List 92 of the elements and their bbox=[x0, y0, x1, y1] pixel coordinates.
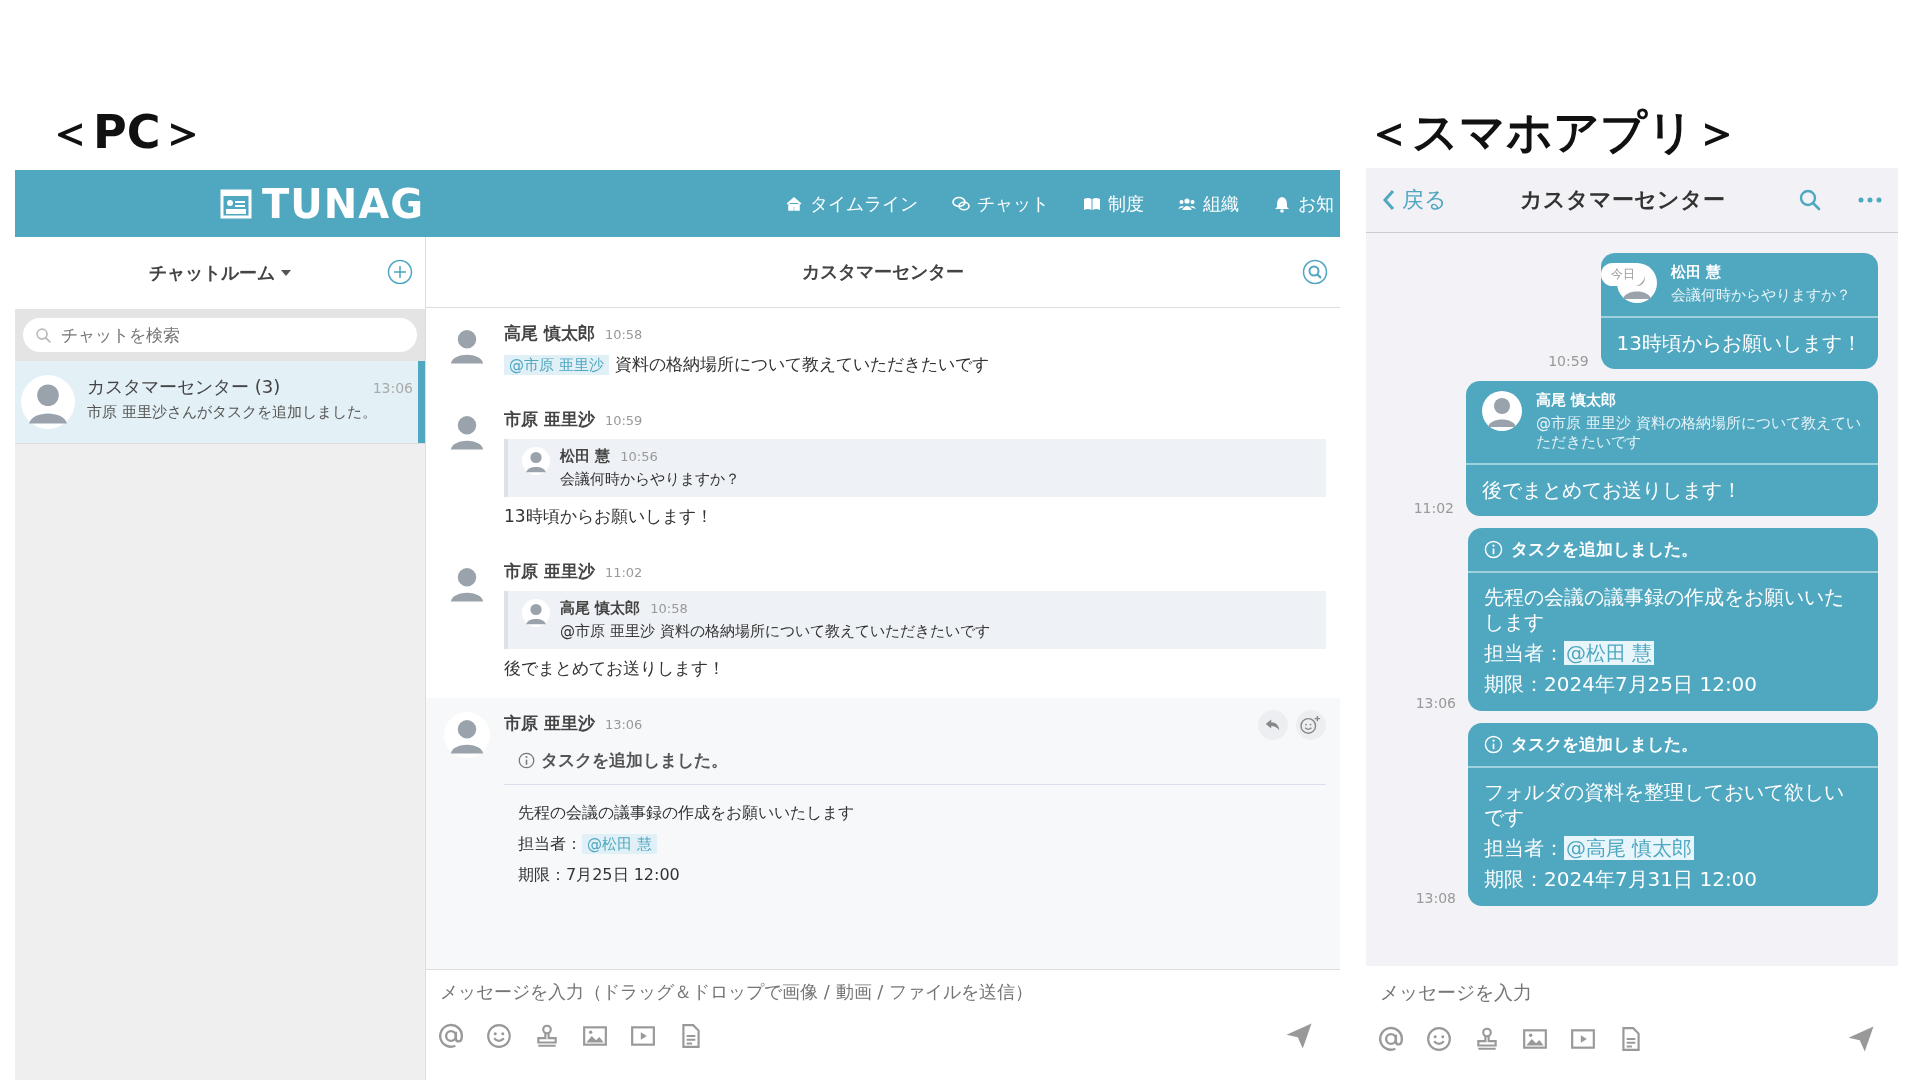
reply-button[interactable] bbox=[1258, 710, 1288, 740]
message-text: 13時頃からお願いします！ bbox=[504, 505, 714, 528]
date-badge: 今日 bbox=[1600, 263, 1645, 286]
timestamp: 10:59 bbox=[1548, 352, 1589, 369]
search-icon[interactable] bbox=[1798, 188, 1822, 212]
house-icon bbox=[785, 194, 803, 213]
avatar bbox=[522, 599, 550, 627]
timestamp: 11:02 bbox=[604, 565, 643, 580]
author-name: 松田 慧 bbox=[560, 447, 611, 466]
timestamp: 13:06 bbox=[372, 380, 413, 396]
smiley-icon[interactable] bbox=[1426, 1026, 1452, 1052]
nav-link[interactable]: 制度 bbox=[1083, 191, 1144, 216]
avatar bbox=[21, 375, 75, 429]
room-dropdown[interactable]: チャットルーム bbox=[143, 260, 297, 286]
room-name: カスタマーセンター (3) bbox=[87, 375, 281, 399]
task-notice: タスクを追加しました。 bbox=[541, 749, 728, 772]
message-text: 13時頃からお願いします！ bbox=[1615, 329, 1863, 357]
search-icon[interactable] bbox=[1302, 259, 1328, 285]
assignee-line: 担当者：@松田 慧 bbox=[1484, 640, 1656, 666]
caret-icon bbox=[281, 270, 291, 276]
info-icon bbox=[1484, 734, 1503, 754]
assignee-line: 担当者： @松田 慧 bbox=[518, 834, 1312, 855]
video-icon[interactable] bbox=[1570, 1026, 1596, 1052]
speech-bubbles-icon bbox=[952, 194, 970, 213]
smiley-icon[interactable] bbox=[486, 1023, 512, 1049]
timestamp: 13:06 bbox=[1415, 694, 1456, 711]
message-text: 後でまとめてお送りします！ bbox=[504, 657, 726, 680]
task-description: フォルダの資料を整理しておいて欲しいです bbox=[1484, 779, 1845, 830]
more-icon[interactable] bbox=[1858, 197, 1882, 203]
nav-link[interactable]: 組織 bbox=[1178, 191, 1239, 216]
due-date: 期限：2024年7月25日 12:00 bbox=[1484, 671, 1759, 697]
send-icon[interactable] bbox=[1284, 1021, 1314, 1051]
timestamp: 10:58 bbox=[650, 601, 688, 616]
timestamp: 10:59 bbox=[604, 413, 643, 428]
chat-title: カスタマーセンター bbox=[802, 260, 964, 284]
image-icon[interactable] bbox=[1522, 1026, 1548, 1052]
back-button[interactable]: 戻る bbox=[1382, 185, 1447, 215]
chevron-left-icon bbox=[1382, 189, 1396, 211]
chat-title: カスタマーセンター bbox=[1519, 186, 1726, 214]
logo-icon bbox=[220, 188, 252, 219]
author-name: 高尾 慎太郎 bbox=[560, 599, 641, 618]
add-reaction-button[interactable] bbox=[1296, 710, 1326, 740]
author-name: 高尾 慎太郎 bbox=[504, 322, 595, 345]
logo-text: TUNAG bbox=[262, 180, 425, 227]
quoted-text: @市原 亜里沙 資料の格納場所について教えていただきたいです bbox=[1536, 413, 1862, 453]
nav-link[interactable]: お知 bbox=[1273, 191, 1334, 216]
due-date: 期限：2024年7月31日 12:00 bbox=[1484, 866, 1759, 892]
timestamp: 13:08 bbox=[1415, 889, 1456, 906]
due-date: 期限：7月25日 12:00 bbox=[518, 865, 681, 886]
avatar bbox=[1482, 390, 1522, 431]
at-sign-icon[interactable] bbox=[438, 1023, 464, 1049]
message-preview: 市原 亜里沙さんがタスクを追加しました。 bbox=[87, 403, 378, 422]
assignee-line: 担当者：@高尾 慎太郎 bbox=[1484, 835, 1696, 861]
send-icon[interactable] bbox=[1846, 1024, 1876, 1054]
timestamp: 10:58 bbox=[604, 327, 643, 342]
image-icon[interactable] bbox=[582, 1023, 608, 1049]
at-sign-icon[interactable] bbox=[1378, 1026, 1404, 1052]
message-input[interactable]: メッセージを入力（ドラッグ＆ドロップで画像 / 動画 / ファイルを送信） bbox=[438, 980, 1328, 1003]
search-icon[interactable] bbox=[35, 327, 52, 344]
video-icon[interactable] bbox=[630, 1023, 656, 1049]
message-text: @市原 亜里沙 資料の格納場所について教えていただきたいです bbox=[504, 353, 1326, 376]
author-name: 松田 慧 bbox=[1670, 263, 1722, 282]
section-label: ＜スマホアプリ＞ bbox=[1366, 104, 1741, 161]
chat-room-item[interactable]: カスタマーセンター (3) 13:06 市原 亜里沙さんがタスクを追加しました。 bbox=[15, 361, 425, 444]
task-notice: タスクを追加しました。 bbox=[1511, 732, 1698, 756]
task-notice: タスクを追加しました。 bbox=[1511, 537, 1698, 561]
author-name: 市原 亜里沙 bbox=[504, 408, 595, 431]
quoted-text: 会議何時からやりますか？ bbox=[560, 470, 740, 489]
quoted-text: @市原 亜里沙 資料の格納場所について教えていただきたいです bbox=[560, 622, 990, 641]
avatar bbox=[444, 712, 490, 758]
section-label: ＜PC＞ bbox=[46, 104, 208, 161]
info-icon bbox=[518, 752, 535, 769]
message-text: 後でまとめてお送りします！ bbox=[1481, 476, 1743, 504]
author-name: 市原 亜里沙 bbox=[504, 560, 595, 583]
search-field[interactable]: チャットを検索 bbox=[23, 318, 417, 352]
timestamp: 11:02 bbox=[1413, 499, 1454, 516]
author-name: 市原 亜里沙 bbox=[504, 712, 595, 735]
nav-link[interactable]: チャット bbox=[952, 191, 1049, 216]
task-description: 先程の会議の議事録の作成をお願いいたします bbox=[1484, 584, 1845, 635]
author-name: 高尾 慎太郎 bbox=[1536, 390, 1618, 410]
info-icon bbox=[1484, 539, 1503, 559]
stamp-icon[interactable] bbox=[1474, 1026, 1500, 1052]
add-icon[interactable] bbox=[387, 259, 413, 285]
quoted-text: 会議何時からやりますか？ bbox=[1670, 286, 1851, 306]
timestamp: 10:56 bbox=[620, 449, 658, 464]
task-description: 先程の会議の議事録の作成をお願いいたします bbox=[518, 803, 855, 824]
timestamp: 13:06 bbox=[604, 717, 643, 732]
message-input[interactable]: メッセージを入力 bbox=[1378, 980, 1886, 1004]
bell-icon bbox=[1273, 194, 1291, 213]
nav-link[interactable]: タイムライン bbox=[785, 191, 918, 216]
stamp-icon[interactable] bbox=[534, 1023, 560, 1049]
avatar bbox=[522, 447, 550, 475]
